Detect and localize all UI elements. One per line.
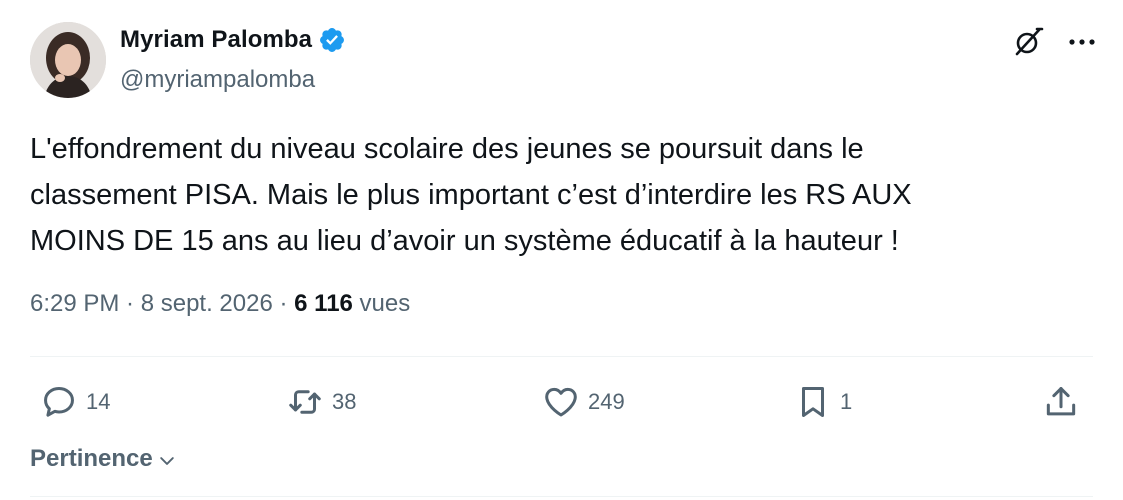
bottom-divider — [30, 496, 1093, 497]
share-button[interactable] — [1042, 372, 1080, 432]
divider — [30, 356, 1093, 357]
like-count: 249 — [588, 389, 625, 414]
tweet-time[interactable]: 6:29 PM — [30, 290, 119, 318]
chevron-down-icon — [159, 457, 174, 465]
reply-button[interactable]: 14 — [40, 372, 110, 432]
action-bar: 14 38 249 1 — [30, 372, 1093, 432]
views-label: vues — [352, 290, 411, 317]
meta-separator: · — [119, 290, 141, 317]
bookmark-icon — [801, 387, 825, 417]
handle[interactable]: @myriampalomba — [120, 66, 315, 94]
reply-count: 14 — [86, 389, 111, 414]
share-icon — [1046, 387, 1076, 416]
verified-badge-icon[interactable] — [318, 26, 346, 54]
grok-icon[interactable] — [1010, 24, 1046, 60]
retweet-icon — [289, 390, 321, 414]
bookmark-count: 1 — [840, 389, 853, 414]
views-count: 6 116 — [294, 290, 353, 317]
tweet-header: Myriam Palomba @myriampalomba — [30, 22, 1100, 100]
reply-icon — [44, 387, 74, 417]
retweet-button[interactable]: 38 — [286, 372, 356, 432]
tweet-text: L'effondrement du niveau scolaire des je… — [30, 133, 912, 257]
more-icon[interactable] — [1064, 24, 1100, 60]
retweet-count: 38 — [332, 389, 357, 414]
bookmark-button[interactable]: 1 — [794, 372, 852, 432]
tweet-date[interactable]: 8 sept. 2026 — [141, 290, 273, 318]
display-name[interactable]: Myriam Palomba — [120, 26, 312, 54]
spacer — [30, 437, 1093, 438]
meta-separator: · — [272, 290, 295, 317]
avatar[interactable] — [30, 22, 106, 98]
sort-dropdown[interactable]: Pertinence — [30, 445, 177, 473]
tweet-meta: 6:29 PM · 8 sept. 2026 · 6 116 vues — [30, 290, 410, 318]
like-button[interactable]: 249 — [542, 372, 625, 432]
sort-label: Pertinence — [30, 445, 153, 472]
heart-icon — [545, 387, 577, 417]
avatar-image — [30, 22, 106, 98]
